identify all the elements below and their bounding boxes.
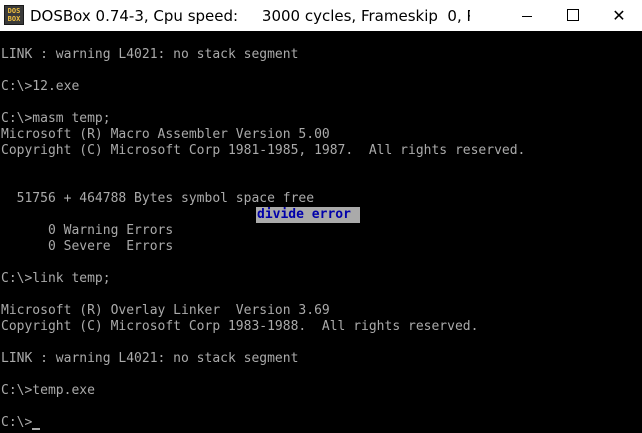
- maximize-icon: [567, 9, 579, 21]
- console-line: Microsoft (R) Overlay Linker Version 3.6…: [1, 303, 330, 318]
- prompt-line[interactable]: C:\>: [1, 415, 41, 431]
- minimize-icon: [522, 16, 532, 17]
- dos-console[interactable]: LINK : warning L4021: no stack segment C…: [0, 31, 642, 433]
- prompt-text: C:\>: [1, 415, 33, 430]
- console-line: C:\>12.exe: [1, 79, 80, 94]
- close-button[interactable]: ✕: [596, 0, 642, 31]
- window-title: DOSBox 0.74-3, Cpu speed: 3000 cycles, F…: [30, 7, 470, 25]
- icon-text-top: DOS: [7, 7, 21, 15]
- divide-error-message: divide error: [256, 207, 360, 223]
- icon-text-bottom: BOX: [7, 15, 21, 23]
- close-icon: ✕: [612, 6, 626, 25]
- dosbox-window: DOS BOX DOSBox 0.74-3, Cpu speed: 3000 c…: [0, 0, 642, 433]
- console-line: 0 Warning Errors: [1, 223, 174, 238]
- console-line: C:\>temp.exe: [1, 383, 95, 398]
- console-line: 0 Severe Errors: [1, 239, 174, 254]
- text-cursor: [32, 428, 41, 430]
- console-line: Copyright (C) Microsoft Corp 1981-1985, …: [1, 143, 526, 158]
- console-line: 51756 + 464788 Bytes symbol space free: [1, 191, 315, 206]
- maximize-button[interactable]: [550, 0, 596, 31]
- console-line: LINK : warning L4021: no stack segment: [1, 47, 299, 62]
- console-line: Copyright (C) Microsoft Corp 1983-1988. …: [1, 319, 479, 334]
- title-bar[interactable]: DOS BOX DOSBox 0.74-3, Cpu speed: 3000 c…: [0, 0, 642, 31]
- minimize-button[interactable]: [504, 0, 550, 31]
- console-line: C:\>link temp;: [1, 271, 111, 286]
- dosbox-icon: DOS BOX: [4, 5, 24, 25]
- console-line: C:\>masm temp;: [1, 111, 111, 126]
- console-line: LINK : warning L4021: no stack segment: [1, 351, 299, 366]
- console-line: Microsoft (R) Macro Assembler Version 5.…: [1, 127, 330, 142]
